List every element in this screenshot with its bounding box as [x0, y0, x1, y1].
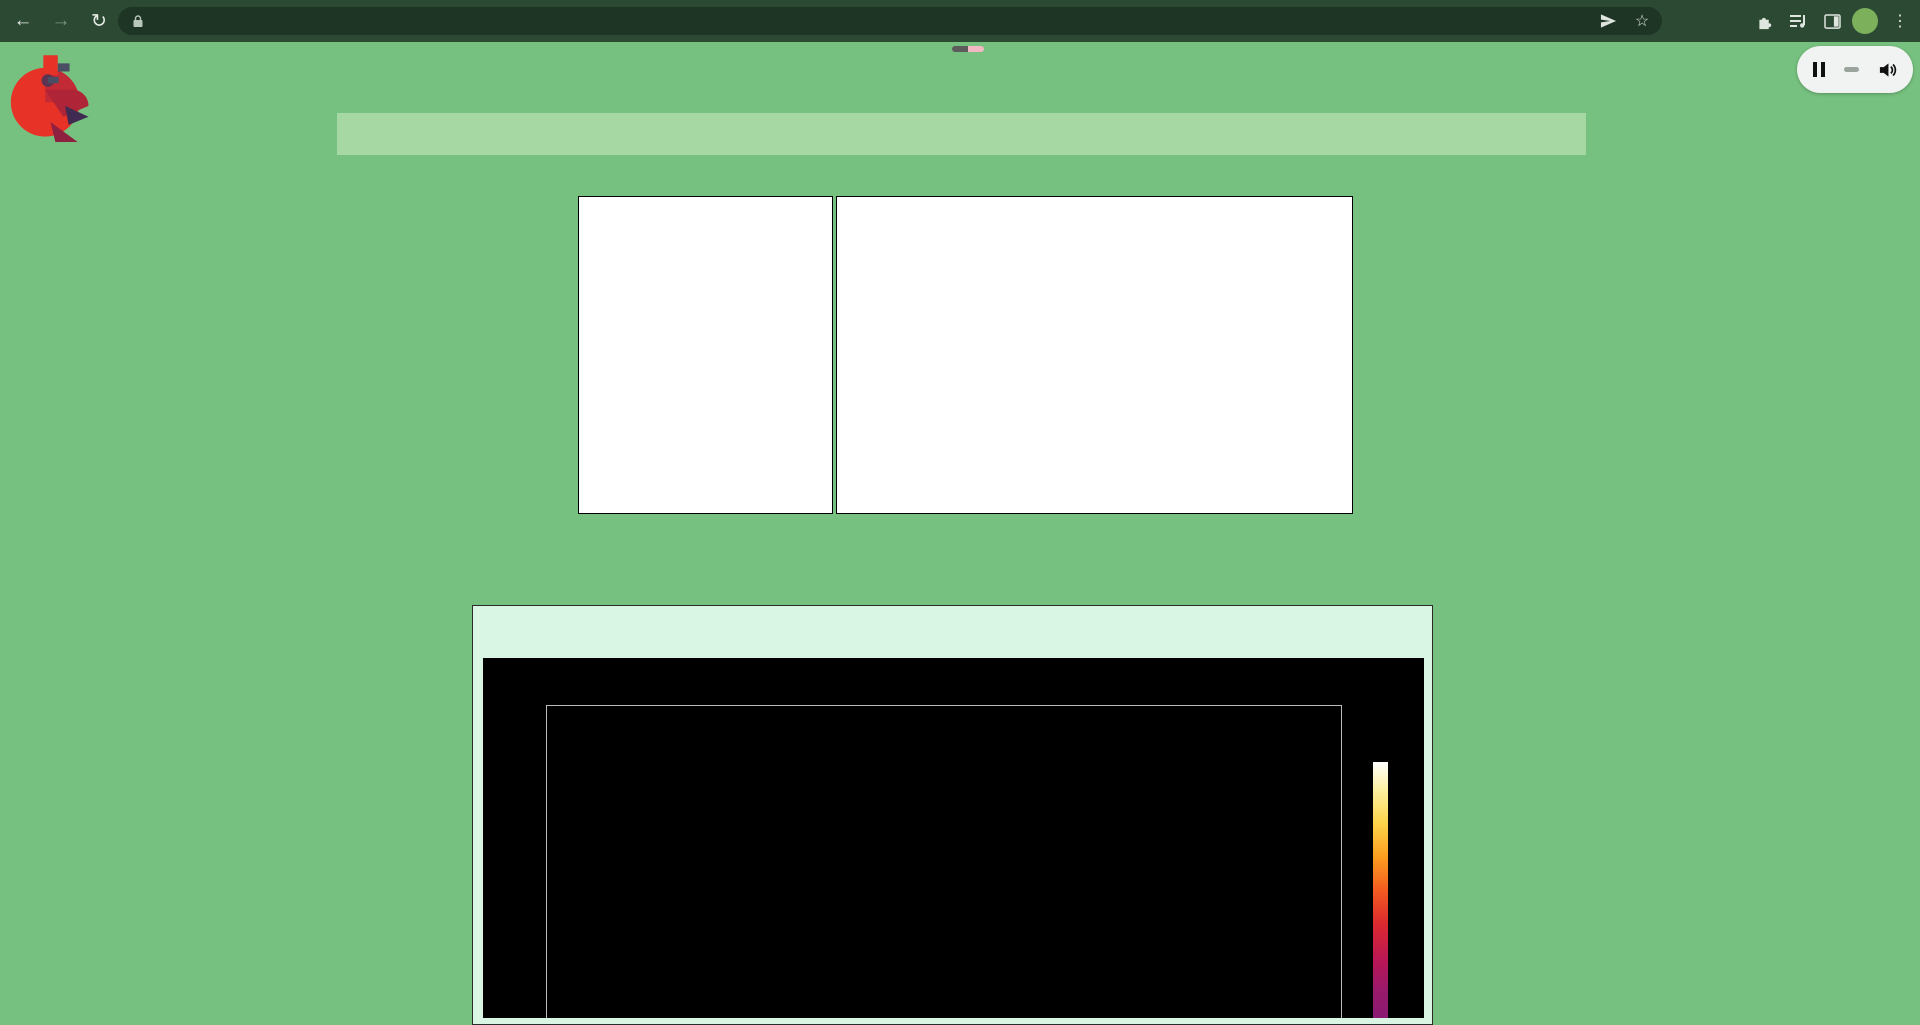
avatar[interactable] — [1852, 8, 1878, 34]
detection-card — [472, 605, 1433, 1025]
volume-icon[interactable] — [1878, 61, 1897, 79]
version-value — [968, 46, 984, 52]
browser-toolbar: ← → ↻ ☆ ⋮ — [0, 0, 1920, 42]
version-label — [952, 46, 968, 52]
playlist-icon[interactable] — [1784, 7, 1812, 35]
spectrogram — [483, 658, 1424, 1018]
top10-chart — [430, 196, 1360, 564]
audio-player[interactable] — [1797, 46, 1913, 93]
hourly-heatmap — [836, 196, 1353, 514]
send-icon[interactable] — [1594, 7, 1622, 35]
seek-dash[interactable] — [1844, 67, 1859, 72]
cardinal-logo-image — [10, 48, 102, 142]
url-bar[interactable] — [118, 7, 1662, 35]
forward-icon[interactable]: → — [46, 6, 76, 36]
species-heading — [473, 612, 1432, 632]
sidebar-icon[interactable] — [1818, 7, 1846, 35]
star-icon[interactable]: ☆ — [1628, 7, 1656, 35]
version-badge — [952, 46, 984, 52]
extensions-icon[interactable] — [1750, 7, 1778, 35]
nav-bar — [337, 113, 1586, 155]
spectrogram-image — [547, 706, 1341, 1018]
reload-icon[interactable]: ↻ — [84, 6, 114, 36]
birdnetpi-logo — [10, 48, 102, 142]
lock-icon — [132, 14, 144, 28]
pause-icon[interactable] — [1813, 62, 1825, 77]
menu-dots-icon[interactable]: ⋮ — [1886, 7, 1914, 35]
back-icon[interactable]: ← — [8, 6, 38, 36]
colorbar — [1373, 762, 1388, 1018]
detections-bar-plot — [578, 196, 833, 514]
